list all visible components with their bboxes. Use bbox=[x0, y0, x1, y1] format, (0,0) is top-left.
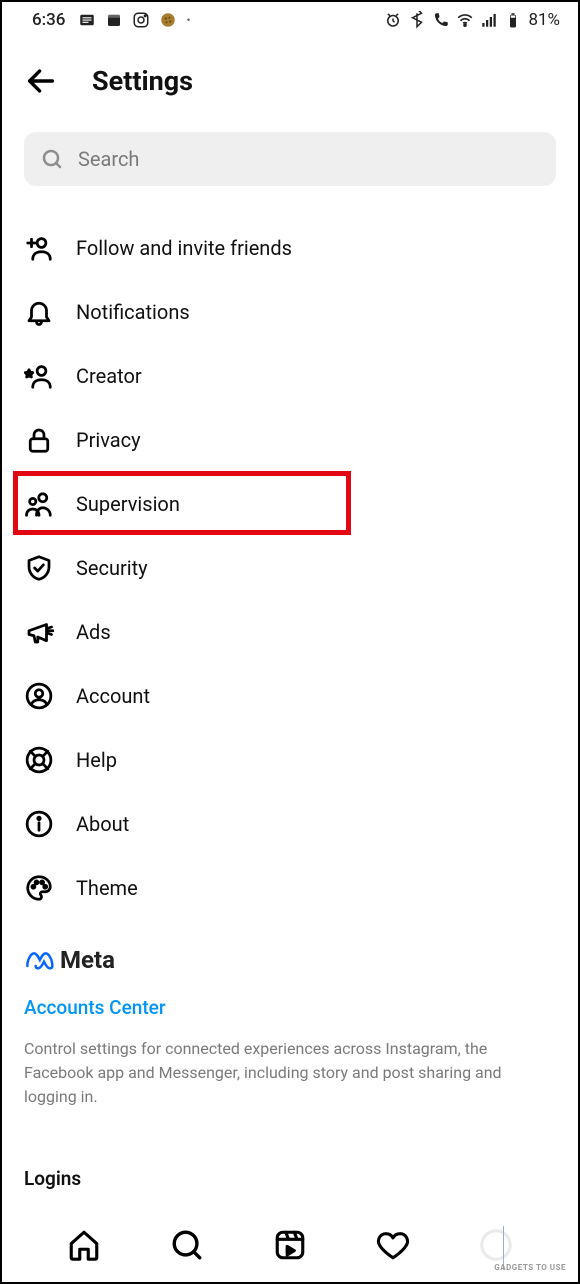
menu-item-follow-invite[interactable]: Follow and invite friends bbox=[24, 216, 556, 280]
lifebuoy-icon bbox=[24, 745, 54, 775]
battery-icon bbox=[504, 11, 522, 29]
watermark: GADGETS TO USE bbox=[494, 1263, 566, 1272]
nav-reels-icon[interactable] bbox=[273, 1228, 307, 1262]
menu-label: Follow and invite friends bbox=[76, 236, 292, 260]
menu-label: Account bbox=[76, 684, 150, 708]
menu-label: Ads bbox=[76, 620, 111, 644]
menu-label: About bbox=[76, 812, 129, 836]
menu-item-security[interactable]: Security bbox=[24, 536, 556, 600]
status-right: 81% bbox=[384, 10, 560, 30]
menu-item-notifications[interactable]: Notifications bbox=[24, 280, 556, 344]
meta-description: Control settings for connected experienc… bbox=[24, 1037, 556, 1109]
people-icon bbox=[24, 489, 54, 519]
battery-text: 81% bbox=[528, 10, 560, 30]
meta-brand: Meta bbox=[60, 946, 115, 974]
settings-menu: Follow and invite friends Notifications … bbox=[2, 216, 578, 920]
nav-search-icon[interactable] bbox=[170, 1228, 204, 1262]
bottom-nav bbox=[2, 1208, 578, 1282]
page-title: Settings bbox=[92, 65, 193, 97]
bell-icon bbox=[24, 297, 54, 327]
meta-section: Meta Accounts Center Control settings fo… bbox=[2, 920, 578, 1190]
nav-home-icon[interactable] bbox=[67, 1228, 101, 1262]
megaphone-icon bbox=[24, 617, 54, 647]
shield-icon bbox=[24, 553, 54, 583]
cookie-icon bbox=[159, 11, 177, 29]
call-icon bbox=[432, 11, 450, 29]
signal-icon bbox=[480, 11, 498, 29]
menu-item-creator[interactable]: Creator bbox=[24, 344, 556, 408]
menu-label: Privacy bbox=[76, 428, 141, 452]
back-arrow-icon[interactable] bbox=[24, 64, 58, 98]
bluetooth-icon bbox=[408, 11, 426, 29]
alarm-icon bbox=[384, 11, 402, 29]
menu-item-help[interactable]: Help bbox=[24, 728, 556, 792]
menu-label: Creator bbox=[76, 364, 142, 388]
message-icon bbox=[78, 11, 96, 29]
menu-label: Security bbox=[76, 556, 148, 580]
menu-item-privacy[interactable]: Privacy bbox=[24, 408, 556, 472]
instagram-icon bbox=[132, 11, 150, 29]
wifi-icon bbox=[456, 11, 474, 29]
star-person-icon bbox=[24, 361, 54, 391]
nav-profile-icon[interactable] bbox=[479, 1228, 513, 1262]
status-bar: 6:36 • 81% bbox=[2, 2, 578, 34]
person-plus-icon bbox=[24, 233, 54, 263]
menu-label: Supervision bbox=[76, 492, 180, 516]
calendar-icon bbox=[105, 11, 123, 29]
search-icon bbox=[40, 147, 64, 171]
nav-activity-icon[interactable] bbox=[376, 1228, 410, 1262]
menu-label: Theme bbox=[76, 876, 138, 900]
menu-item-supervision[interactable]: Supervision bbox=[24, 472, 556, 536]
lock-icon bbox=[24, 425, 54, 455]
account-icon bbox=[24, 681, 54, 711]
info-icon bbox=[24, 809, 54, 839]
palette-icon bbox=[24, 873, 54, 903]
menu-label: Help bbox=[76, 748, 117, 772]
menu-label: Notifications bbox=[76, 300, 190, 324]
meta-icon bbox=[24, 950, 54, 970]
header: Settings bbox=[2, 34, 578, 122]
menu-item-about[interactable]: About bbox=[24, 792, 556, 856]
accounts-center-link[interactable]: Accounts Center bbox=[24, 996, 556, 1019]
menu-item-ads[interactable]: Ads bbox=[24, 600, 556, 664]
status-left: 6:36 • bbox=[32, 10, 191, 30]
dot-icon: • bbox=[186, 13, 190, 27]
search-bar[interactable] bbox=[24, 132, 556, 186]
menu-item-account[interactable]: Account bbox=[24, 664, 556, 728]
search-input[interactable] bbox=[78, 147, 540, 171]
status-time: 6:36 bbox=[32, 10, 65, 30]
menu-item-theme[interactable]: Theme bbox=[24, 856, 556, 920]
meta-logo: Meta bbox=[24, 946, 556, 974]
logins-heading: Logins bbox=[24, 1167, 556, 1190]
